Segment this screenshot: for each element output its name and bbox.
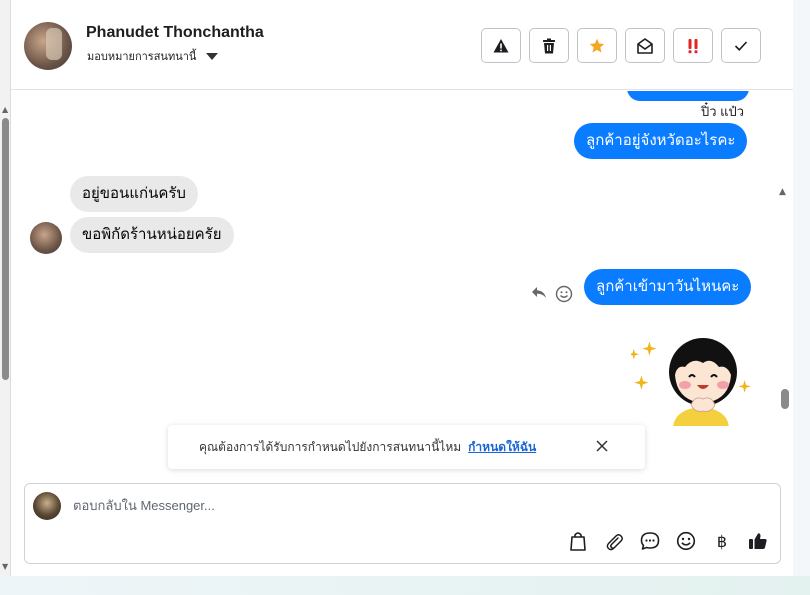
toast-text: คุณต้องการได้รับการกำหนดไปยังการสนทนานี้… [199,439,462,454]
thumbs-up-icon [749,533,767,549]
star-button[interactable] [577,28,617,63]
emoji-reaction-icon[interactable] [555,285,573,303]
attach-button[interactable] [603,530,625,552]
assign-to-me-link[interactable]: กำหนดให้ฉัน [468,438,536,457]
messenger-window: ▲ ▼ Phanudet Thonchantha มอบหมายการสนทนา… [0,0,810,595]
close-icon[interactable] [595,439,609,453]
warning-icon [493,38,509,52]
reply-icon[interactable] [531,285,547,299]
assign-prompt-toast: คุณต้องการได้รับการกำหนดไปยังการสนทนานี้… [168,425,645,469]
thread-scroll-up-icon[interactable]: ▲ [779,187,786,197]
scroll-down-icon[interactable]: ▼ [2,562,8,571]
composer-toolbar: ฿ [567,530,769,552]
done-button[interactable] [721,28,761,63]
message-bubble-incoming[interactable]: ขอพิกัดร้านหน่อยครัย [70,217,234,253]
conversation-panel: Phanudet Thonchantha มอบหมายการสนทนานี้ [11,0,793,576]
assign-label: มอบหมายการสนทนานี้ [87,50,197,63]
bag-icon [570,532,586,551]
seen-by-label: ปิ๋ว แป๋ว [701,104,745,119]
check-icon [734,40,748,51]
star-icon [589,38,605,53]
caret-down-icon [206,52,219,60]
paperclip-icon [606,534,623,551]
toolbar [481,28,761,63]
message-bubble-incoming[interactable]: อยู่ขอนแก่นครับ [70,176,198,212]
trash-icon [543,38,555,53]
warning-button[interactable] [481,28,521,63]
baht-icon: ฿ [716,531,728,551]
payment-button[interactable]: ฿ [711,530,733,552]
like-button[interactable] [747,530,769,552]
message-bubble-outgoing[interactable]: ลูกค้าเข้ามาวันไหนคะ [584,269,752,305]
page-avatar [33,492,61,520]
bottom-margin [0,576,810,595]
message-bubble-outgoing[interactable]: ลูกค้าอยู่จังหวัดอะไรคะ [574,123,748,159]
reply-input[interactable] [73,498,573,513]
conversation-header: Phanudet Thonchantha มอบหมายการสนทนานี้ [11,0,793,90]
open-envelope-icon [637,37,653,54]
reply-composer: ฿ [24,483,781,564]
emoji-icon [676,531,696,551]
message-bubble-partial [627,91,749,101]
double-exclamation-icon [688,38,698,53]
avatar[interactable] [24,22,72,70]
right-margin [793,0,810,576]
chat-bubble-icon [640,532,660,550]
important-button[interactable] [673,28,713,63]
page-scroll-thumb[interactable] [2,118,9,380]
delete-button[interactable] [529,28,569,63]
sticker-girl-image[interactable] [631,327,751,426]
page-scrollbar[interactable]: ▲ ▼ [0,0,11,576]
emoji-button[interactable] [675,530,697,552]
mark-unread-button[interactable] [625,28,665,63]
assign-dropdown[interactable]: มอบหมายการสนทนานี้ [87,47,219,65]
scroll-up-icon[interactable]: ▲ [2,105,8,114]
user-name[interactable]: Phanudet Thonchantha [86,24,264,42]
sender-avatar[interactable] [30,222,62,254]
product-button[interactable] [567,530,589,552]
thread-scroll-thumb[interactable] [781,389,789,409]
saved-reply-button[interactable] [639,530,661,552]
message-thread: ปิ๋ว แป๋ว ลูกค้าอยู่จังหวัดอะไรคะ อยู่ขอ… [11,91,793,426]
